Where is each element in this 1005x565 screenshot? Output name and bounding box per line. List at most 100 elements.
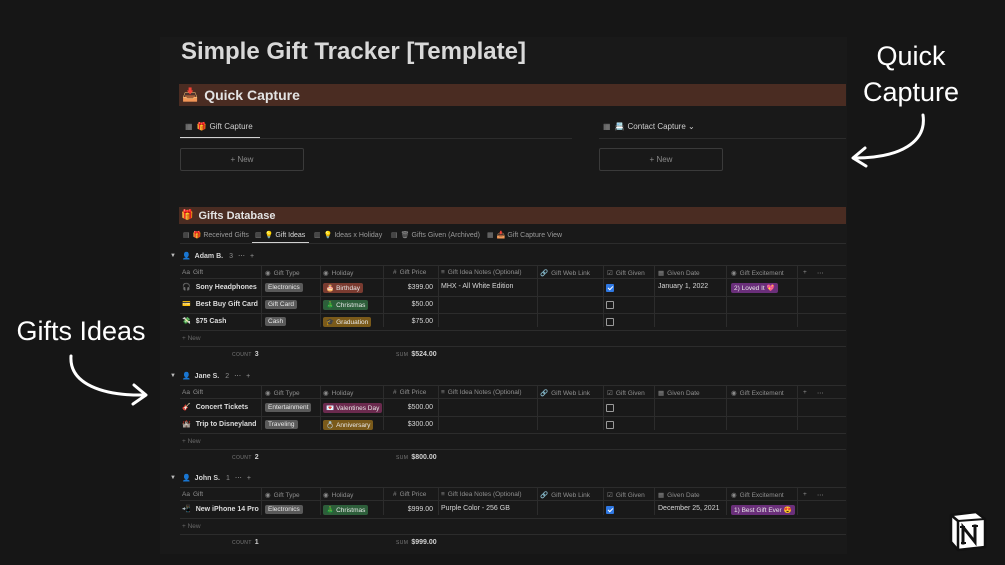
column-header[interactable]: ◉ Gift Excitement	[731, 269, 784, 278]
gift-page-icon: 📲	[182, 506, 191, 513]
gift-given-checkbox[interactable]	[606, 404, 614, 412]
tab-ideas-x-holiday[interactable]: ▥ 💡 Ideas x Holiday	[314, 231, 382, 240]
new-row-button[interactable]: + New	[182, 438, 201, 445]
gift-given-checkbox[interactable]	[606, 301, 614, 309]
holiday-tag[interactable]: 🎄 Christmas	[323, 300, 369, 310]
column-header[interactable]: Aa Gift	[182, 389, 203, 396]
collapse-triangle-icon[interactable]: ▼	[170, 475, 176, 481]
add-icon[interactable]: +	[247, 475, 251, 482]
column-header[interactable]: ☑ Gift Given	[607, 269, 645, 278]
gift-notes-cell[interactable]: Purple Color - 256 GB	[441, 505, 510, 512]
add-column-icon[interactable]: +	[803, 491, 807, 498]
gift-name-cell[interactable]: 📲 New iPhone 14 Pro	[182, 505, 259, 514]
more-options-icon[interactable]: ⋯	[238, 252, 245, 260]
ring-icon: 💍	[326, 422, 335, 429]
gift-name-cell[interactable]: 💳 Best Buy Gift Card	[182, 300, 258, 309]
column-header[interactable]: 🔗 Gift Web Link	[540, 491, 590, 500]
gift-given-checkbox[interactable]	[606, 318, 614, 326]
column-header[interactable]: # Gift Price	[393, 491, 426, 498]
more-options-icon[interactable]: ⋯	[817, 491, 824, 499]
column-type-icon: #	[393, 389, 397, 396]
column-header[interactable]: ◉ Gift Excitement	[731, 389, 784, 398]
column-header[interactable]: ☑ Gift Given	[607, 491, 645, 500]
count-calculation[interactable]: COUNT 3	[232, 351, 259, 358]
gift-name-cell[interactable]: 🎸 Concert Tickets	[182, 403, 248, 412]
gift-type-tag[interactable]: Entertainment	[265, 403, 312, 412]
sum-calculation[interactable]: SUM $800.00	[396, 454, 437, 461]
holiday-tag[interactable]: 💌 Valentines Day	[323, 403, 383, 413]
gift-given-checkbox[interactable]	[606, 421, 614, 429]
gift-name-cell[interactable]: 🎧 Sony Headphones	[182, 283, 257, 292]
sum-calculation[interactable]: SUM $524.00	[396, 351, 437, 358]
gift-type-tag[interactable]: Traveling	[265, 420, 298, 429]
tab-gift-ideas[interactable]: ▥ 💡 Gift Ideas	[255, 231, 305, 240]
column-type-icon: Aa	[182, 491, 190, 498]
gift-type-tag[interactable]: Electronics	[265, 283, 303, 292]
gift-price-cell[interactable]: $50.00	[383, 301, 433, 308]
view-tab-gift-capture[interactable]: ▦ 🎁 Gift Capture	[185, 122, 253, 131]
gift-given-checkbox[interactable]	[606, 506, 614, 514]
column-header[interactable]: ◉ Gift Type	[265, 269, 300, 278]
collapse-triangle-icon[interactable]: ▼	[170, 253, 176, 259]
add-icon[interactable]: +	[246, 373, 250, 380]
count-calculation[interactable]: COUNT 2	[232, 454, 259, 461]
column-header[interactable]: ☑ Gift Given	[607, 389, 645, 398]
gift-type-tag[interactable]: Gift Card	[265, 300, 298, 309]
column-header[interactable]: Aa Gift	[182, 491, 203, 498]
column-header[interactable]: 🔗 Gift Web Link	[540, 269, 590, 278]
column-header[interactable]: # Gift Price	[393, 269, 426, 276]
view-tab-contact-capture[interactable]: ▦ 📇 Contact Capture ⌄	[603, 122, 695, 131]
count-calculation[interactable]: COUNT 1	[232, 539, 259, 546]
more-options-icon[interactable]: ⋯	[817, 269, 824, 277]
holiday-tag[interactable]: 🎓 Graduation	[323, 317, 372, 327]
column-header[interactable]: ◉ Gift Type	[265, 389, 300, 398]
gift-price-cell[interactable]: $500.00	[383, 404, 433, 411]
column-header[interactable]: ▦ Given Date	[658, 269, 700, 278]
column-header[interactable]: ◉ Gift Type	[265, 491, 300, 500]
tab-gifts-given-archived[interactable]: ▤ 🗑 Gifts Given (Archived)	[391, 231, 480, 240]
gift-name-cell[interactable]: 🏰 Trip to Disneyland	[182, 420, 256, 429]
more-options-icon[interactable]: ⋯	[817, 389, 824, 397]
column-header[interactable]: ▦ Given Date	[658, 491, 700, 500]
column-header[interactable]: ◉ Gift Excitement	[731, 491, 784, 500]
add-column-icon[interactable]: +	[803, 269, 807, 276]
gift-price-cell[interactable]: $75.00	[383, 318, 433, 325]
more-options-icon[interactable]: ⋯	[234, 372, 241, 380]
column-header[interactable]: ≡ Gift Idea Notes (Optional)	[441, 269, 522, 276]
gift-type-tag[interactable]: Electronics	[265, 505, 303, 514]
column-header[interactable]: ≡ Gift Idea Notes (Optional)	[441, 389, 522, 396]
given-date-cell[interactable]: January 1, 2022	[658, 283, 708, 290]
column-header[interactable]: ◉ Holiday	[323, 269, 353, 278]
column-header[interactable]: # Gift Price	[393, 389, 426, 396]
column-header[interactable]: ◉ Holiday	[323, 389, 353, 398]
new-gift-capture-button[interactable]: + New	[180, 148, 304, 171]
new-row-button[interactable]: + New	[182, 523, 201, 530]
new-row-button[interactable]: + New	[182, 335, 201, 342]
add-icon[interactable]: +	[250, 253, 254, 260]
column-header[interactable]: Aa Gift	[182, 269, 203, 276]
gift-excitement-tag[interactable]: 1) Best Gift Ever 😍	[731, 505, 795, 515]
column-header[interactable]: ▦ Given Date	[658, 389, 700, 398]
gift-price-cell[interactable]: $999.00	[383, 506, 433, 513]
given-date-cell[interactable]: December 25, 2021	[658, 505, 719, 512]
column-header[interactable]: ≡ Gift Idea Notes (Optional)	[441, 491, 522, 498]
gift-given-checkbox[interactable]	[606, 284, 614, 292]
holiday-tag[interactable]: 🎄 Christmas	[323, 505, 369, 515]
tab-gift-capture-view[interactable]: ▦ 📥 Gift Capture View	[487, 231, 562, 240]
add-column-icon[interactable]: +	[803, 389, 807, 396]
sum-calculation[interactable]: SUM $999.00	[396, 539, 437, 546]
gift-notes-cell[interactable]: MHX - All White Edition	[441, 283, 513, 290]
gift-name-cell[interactable]: 💸 $75 Cash	[182, 317, 226, 326]
gift-excitement-tag[interactable]: 2) Loved It 💖	[731, 283, 778, 293]
column-header[interactable]: ◉ Holiday	[323, 491, 353, 500]
column-header[interactable]: 🔗 Gift Web Link	[540, 389, 590, 398]
tab-received-gifts[interactable]: ▤ 🎁 Received Gifts	[183, 231, 249, 240]
more-options-icon[interactable]: ⋯	[235, 474, 242, 482]
gift-price-cell[interactable]: $399.00	[383, 284, 433, 291]
collapse-triangle-icon[interactable]: ▼	[170, 373, 176, 379]
gift-price-cell[interactable]: $300.00	[383, 421, 433, 428]
holiday-tag[interactable]: 🎂 Birthday	[323, 283, 363, 293]
holiday-tag[interactable]: 💍 Anniversary	[323, 420, 374, 430]
gift-type-tag[interactable]: Cash	[265, 317, 287, 326]
new-contact-capture-button[interactable]: + New	[599, 148, 723, 171]
